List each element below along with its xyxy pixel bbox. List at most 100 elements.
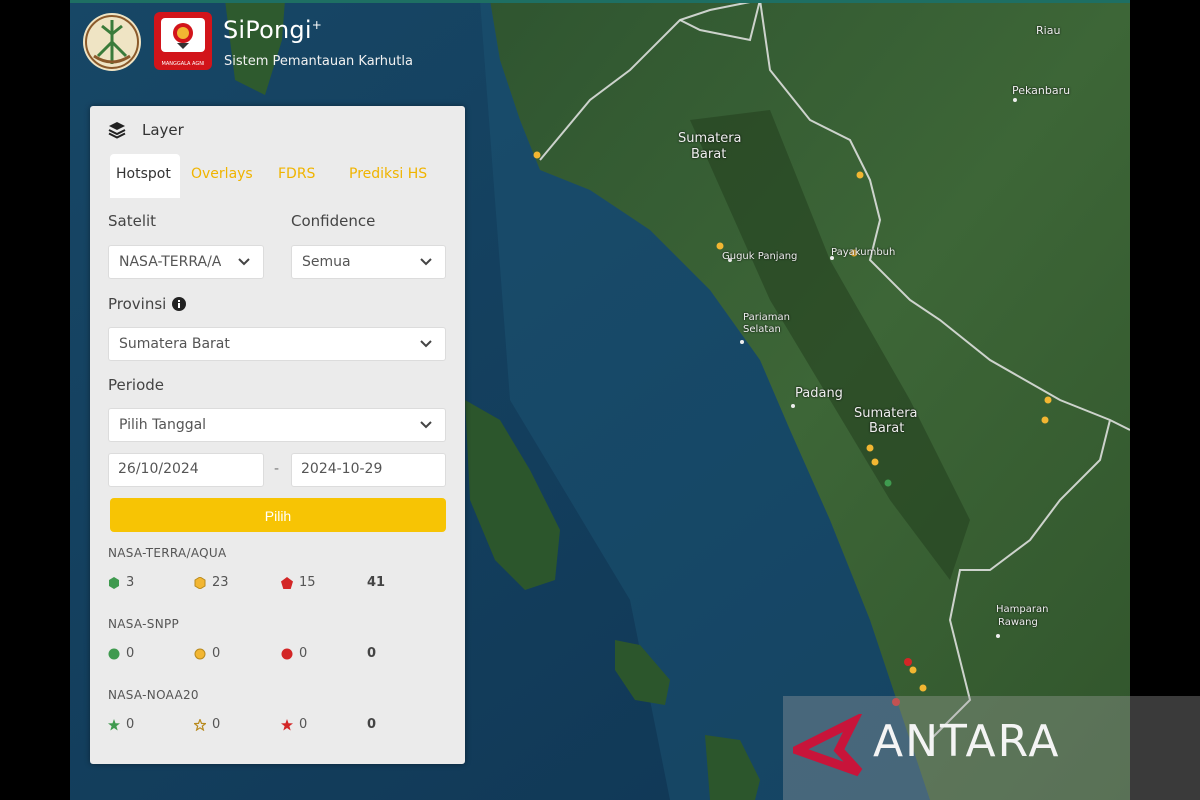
tab-hotspot[interactable]: Hotspot: [110, 154, 180, 198]
star-green-icon: [108, 718, 120, 730]
medium-count: 23: [194, 575, 229, 590]
panel-header: Layer: [108, 120, 184, 140]
confidence-label: Confidence: [291, 212, 376, 230]
tab-fdrs[interactable]: FDRS: [278, 154, 315, 198]
badge-caption: MANGGALA AGNI: [161, 61, 205, 67]
medium-count-value: 0: [212, 646, 221, 661]
date-separator: -: [274, 461, 280, 477]
map-label-province: Sumatera: [678, 131, 742, 146]
hotspot-marker[interactable]: [884, 479, 892, 487]
high-count: 0: [281, 646, 307, 661]
date-from-input[interactable]: 26/10/2024: [108, 453, 264, 487]
provinsi-label-text: Provinsi: [108, 295, 167, 313]
total-count: 0: [367, 646, 377, 661]
map-label-province: Barat: [691, 147, 727, 162]
hotspot-marker[interactable]: [1044, 396, 1052, 404]
provinsi-select[interactable]: Sumatera Barat: [108, 327, 446, 361]
low-count-value: 0: [126, 717, 135, 732]
layer-panel: Layer Hotspot Overlays FDRS Prediksi HS …: [90, 106, 465, 764]
circle-green-icon: [108, 648, 120, 659]
antara-watermark: ANTARA: [783, 696, 1200, 800]
pentagon-red-icon: [281, 576, 293, 589]
panel-title: Layer: [142, 121, 184, 139]
high-count-value: 0: [299, 717, 308, 732]
info-icon[interactable]: [172, 297, 187, 311]
chevron-down-icon: [420, 340, 432, 348]
confidence-select[interactable]: Semua: [291, 245, 446, 279]
map-label-payakumbuh: Payakumbuh: [831, 247, 896, 258]
satellite-name: NASA-NOAA20: [108, 688, 199, 702]
total-count: 0: [367, 717, 377, 732]
periode-select-value: Pilih Tanggal: [119, 417, 207, 433]
hotspot-marker[interactable]: [866, 444, 874, 452]
antara-logo-icon: [793, 714, 863, 777]
medium-count-value: 0: [212, 717, 221, 732]
satelit-select-value: NASA-TERRA/AQUA: [119, 254, 221, 270]
hexagon-green-icon: [109, 576, 119, 589]
manggala-agni-badge: MANGGALA AGNI: [154, 12, 212, 70]
map-label-pariaman: Selatan: [743, 324, 781, 335]
ministry-logo: [83, 13, 141, 71]
app-header: MANGGALA AGNI SiPongi+ Sistem Pemantauan…: [82, 10, 442, 74]
hotspot-marker[interactable]: [919, 684, 927, 692]
circle-yellow-icon: [194, 648, 206, 659]
city-dot: [996, 634, 1000, 638]
provinsi-select-value: Sumatera Barat: [119, 336, 230, 352]
satellite-name: NASA-TERRA/AQUA: [108, 546, 227, 560]
hotspot-marker[interactable]: [856, 171, 864, 179]
tab-prediksi-hs[interactable]: Prediksi HS: [349, 154, 427, 198]
antara-wordmark: ANTARA: [873, 716, 1061, 767]
low-count: 3: [108, 575, 134, 590]
hexagon-yellow-icon: [194, 576, 206, 589]
hotspot-marker[interactable]: [716, 242, 724, 250]
circle-red-icon: [281, 648, 293, 659]
map-label-guguk-panjang: Guguk Panjang: [722, 251, 798, 262]
flame-shield-icon: [173, 23, 193, 49]
hotspot-marker[interactable]: [904, 658, 912, 666]
low-count-value: 0: [126, 646, 135, 661]
high-count: 15: [281, 575, 316, 590]
hotspot-marker[interactable]: [871, 458, 879, 466]
low-count: 0: [108, 717, 134, 732]
layer-tabs: Hotspot Overlays FDRS Prediksi HS: [110, 154, 445, 198]
map-label-hamparan: Hamparan: [996, 604, 1049, 615]
satelit-label: Satelit: [108, 212, 157, 230]
date-to-input[interactable]: 2024-10-29: [291, 453, 446, 487]
satellite-name: NASA-SNPP: [108, 617, 180, 631]
map-label-pariaman: Pariaman: [743, 312, 790, 323]
map-label-riau: Riau: [1036, 24, 1061, 37]
total-count: 41: [367, 575, 386, 590]
high-count-value: 0: [299, 646, 308, 661]
top-accent-line: [70, 0, 1130, 3]
medium-count: 0: [194, 646, 220, 661]
chevron-down-icon: [420, 421, 432, 429]
medium-count-value: 23: [212, 575, 229, 590]
periode-select[interactable]: Pilih Tanggal: [108, 408, 446, 442]
app-title: SiPongi+: [223, 16, 322, 44]
tab-overlays[interactable]: Overlays: [191, 154, 253, 198]
hotspot-marker[interactable]: [533, 151, 541, 159]
low-count: 0: [108, 646, 134, 661]
layers-icon: [108, 122, 126, 139]
map-label-padang: Padang: [795, 386, 843, 401]
hotspot-marker[interactable]: [909, 666, 917, 674]
satelit-select[interactable]: NASA-TERRA/AQUA: [108, 245, 264, 279]
low-count-value: 3: [126, 575, 135, 590]
star-red-icon: [281, 718, 293, 730]
confidence-select-value: Semua: [302, 254, 351, 270]
high-count-value: 15: [299, 575, 316, 590]
hotspot-marker[interactable]: [1041, 416, 1049, 424]
medium-count: 0: [194, 717, 220, 732]
provinsi-label: Provinsi: [108, 295, 187, 313]
chevron-down-icon: [420, 258, 432, 266]
map-label-hamparan: Rawang: [998, 617, 1038, 628]
chevron-down-icon: [238, 258, 250, 266]
map-label-province: Barat: [869, 421, 905, 436]
pilih-button[interactable]: Pilih: [110, 498, 446, 532]
high-count: 0: [281, 717, 307, 732]
city-dot: [1013, 98, 1017, 102]
map-label-province: Sumatera: [854, 406, 918, 421]
map-label-pekanbaru: Pekanbaru: [1012, 84, 1071, 97]
app-subtitle: Sistem Pemantauan Karhutla: [224, 54, 413, 69]
city-dot: [791, 404, 795, 408]
